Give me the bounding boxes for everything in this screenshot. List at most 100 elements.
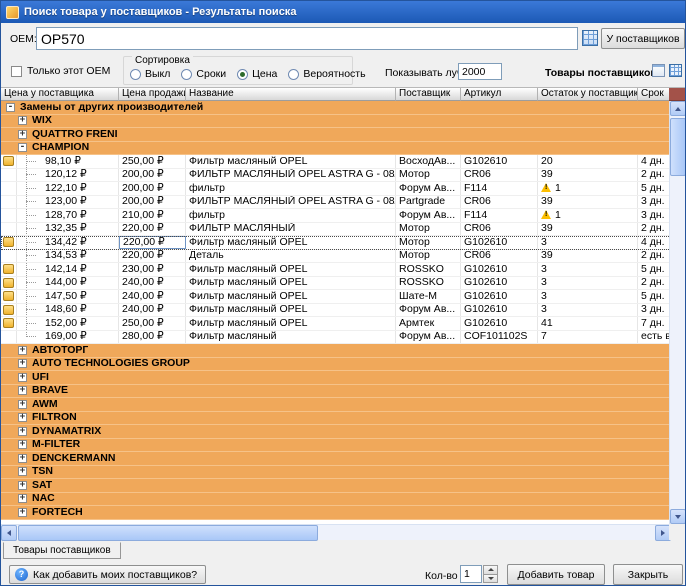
- group-label: AWM: [32, 398, 58, 411]
- warning-icon: !: [541, 183, 551, 192]
- group-row[interactable]: +WIX: [1, 115, 671, 129]
- sort-radio-2[interactable]: Цена: [237, 68, 277, 80]
- export-icon[interactable]: [652, 64, 665, 77]
- table-view-icon[interactable]: [669, 64, 682, 77]
- column-header-2[interactable]: Название: [186, 88, 396, 101]
- tree-branch-icon: [17, 236, 45, 249]
- column-header-4[interactable]: Артикул: [461, 88, 538, 101]
- qty-input[interactable]: [460, 565, 482, 583]
- item-row[interactable]: 169,00 ₽280,00 ₽Фильтр масляныйФорум Ав.…: [1, 331, 671, 345]
- group-label: FILTRON: [32, 411, 77, 424]
- item-row[interactable]: 98,10 ₽250,00 ₽Фильтр масляный OPELВосхо…: [1, 155, 671, 169]
- tree-branch-icon: [17, 263, 45, 276]
- sort-radio-3[interactable]: Вероятность: [288, 68, 365, 80]
- expand-icon[interactable]: +: [18, 346, 27, 355]
- item-row[interactable]: 152,00 ₽250,00 ₽Фильтр масляный OPELАрмт…: [1, 317, 671, 331]
- expand-icon[interactable]: +: [18, 494, 27, 503]
- item-row[interactable]: 144,00 ₽240,00 ₽Фильтр масляный OPELROSS…: [1, 277, 671, 291]
- close-button[interactable]: Закрыть: [613, 564, 683, 585]
- options-row: Только этот OEM Сортировка ВыклСрокиЦена…: [1, 55, 685, 87]
- expand-icon[interactable]: +: [18, 508, 27, 517]
- scroll-up-button[interactable]: [670, 101, 686, 116]
- group-row[interactable]: +BRAVE: [1, 385, 671, 399]
- sale-price-cell: 250,00 ₽: [119, 155, 186, 168]
- horizontal-scrollbar[interactable]: [1, 524, 671, 540]
- expand-icon[interactable]: +: [18, 359, 27, 368]
- add-item-button[interactable]: Добавить товар: [507, 564, 605, 585]
- sort-radio-0[interactable]: Выкл: [130, 68, 170, 80]
- expand-icon[interactable]: +: [18, 373, 27, 382]
- tab-suppliers-goods[interactable]: Товары поставщиков: [3, 542, 121, 559]
- group-row[interactable]: +DYNAMATRIX: [1, 425, 671, 439]
- spin-up-button[interactable]: [483, 565, 498, 575]
- header-corner-button[interactable]: [669, 88, 685, 101]
- only-oem-checkbox[interactable]: Только этот OEM: [11, 65, 110, 77]
- item-row[interactable]: 147,50 ₽240,00 ₽Фильтр масляный OPELШате…: [1, 290, 671, 304]
- group-row[interactable]: +FORTECH: [1, 506, 671, 520]
- column-header-3[interactable]: Поставщик: [396, 88, 461, 101]
- help-button-label: Как добавить моих поставщиков?: [33, 569, 197, 581]
- checkbox-icon[interactable]: [11, 66, 22, 77]
- collapse-icon[interactable]: -: [18, 143, 27, 152]
- horizontal-scroll-thumb[interactable]: [18, 525, 318, 541]
- item-row[interactable]: 134,42 ₽220,00 ₽Фильтр масляный OPELМото…: [1, 236, 671, 250]
- item-row[interactable]: 122,10 ₽200,00 ₽фильтрФорум Ав...F114!15…: [1, 182, 671, 196]
- group-row[interactable]: -CHAMPION: [1, 142, 671, 156]
- group-row[interactable]: -Замены от других производителей: [1, 101, 671, 115]
- cart-cell: [1, 236, 17, 249]
- stock-value: 3: [541, 236, 547, 249]
- group-row[interactable]: +QUATTRO FRENI: [1, 128, 671, 142]
- column-header-6[interactable]: Срок: [638, 88, 671, 101]
- column-header-0[interactable]: Цена у поставщика: [1, 88, 119, 101]
- expand-icon[interactable]: +: [18, 400, 27, 409]
- scroll-down-button[interactable]: [670, 509, 686, 524]
- expand-icon[interactable]: +: [18, 130, 27, 139]
- question-icon: ?: [15, 568, 28, 581]
- item-row[interactable]: 142,14 ₽230,00 ₽Фильтр масляный OPELROSS…: [1, 263, 671, 277]
- group-row[interactable]: + AWM: [1, 398, 671, 412]
- expand-icon[interactable]: +: [18, 386, 27, 395]
- expand-icon[interactable]: +: [18, 481, 27, 490]
- suppliers-db-icon[interactable]: [582, 30, 598, 46]
- spin-down-button[interactable]: [483, 575, 498, 584]
- vertical-scroll-thumb[interactable]: [670, 118, 686, 176]
- sale-price-cell: 280,00 ₽: [119, 331, 186, 344]
- group-row[interactable]: + FILTRON: [1, 412, 671, 426]
- item-row[interactable]: 123,00 ₽200,00 ₽ФИЛЬТР МАСЛЯНЫЙ OPEL AST…: [1, 196, 671, 210]
- group-row[interactable]: +DENCKERMANN: [1, 452, 671, 466]
- group-row[interactable]: +NAC: [1, 493, 671, 507]
- item-row[interactable]: 120,12 ₽200,00 ₽ФИЛЬТР МАСЛЯНЫЙ OPEL AST…: [1, 169, 671, 183]
- show-best-input[interactable]: [458, 63, 502, 80]
- supplier-price-value: 148,60 ₽: [45, 304, 87, 317]
- scroll-left-button[interactable]: [1, 525, 17, 541]
- expand-icon[interactable]: +: [18, 116, 27, 125]
- vertical-scrollbar[interactable]: [669, 101, 685, 524]
- expand-icon[interactable]: +: [18, 454, 27, 463]
- column-header-1[interactable]: Цена продажи: [119, 88, 186, 101]
- group-row[interactable]: +UFI: [1, 371, 671, 385]
- sort-radio-1[interactable]: Сроки: [181, 68, 226, 80]
- group-row[interactable]: +AUTO TECHNOLOGIES GROUP: [1, 358, 671, 372]
- name-cell: Деталь: [186, 250, 396, 263]
- expand-icon[interactable]: +: [18, 413, 27, 422]
- expand-icon[interactable]: +: [18, 467, 27, 476]
- column-header-5[interactable]: Остаток у поставщика: [538, 88, 638, 101]
- radio-label: Выкл: [145, 68, 170, 80]
- item-row[interactable]: 148,60 ₽240,00 ₽Фильтр масляный OPELФору…: [1, 304, 671, 318]
- group-row[interactable]: +M-FILTER: [1, 439, 671, 453]
- sale-price-cell[interactable]: 220,00 ₽: [119, 236, 186, 249]
- collapse-icon[interactable]: -: [6, 103, 15, 112]
- group-row[interactable]: +SAT: [1, 479, 671, 493]
- expand-icon[interactable]: +: [18, 427, 27, 436]
- oem-input[interactable]: [36, 27, 578, 50]
- group-row[interactable]: +АВТОТОРГ: [1, 344, 671, 358]
- expand-icon[interactable]: +: [18, 440, 27, 449]
- group-row[interactable]: +TSN: [1, 466, 671, 480]
- radio-icon: [181, 69, 192, 80]
- stock-cell: 39: [538, 196, 638, 209]
- help-button[interactable]: ? Как добавить моих поставщиков?: [9, 565, 206, 584]
- item-row[interactable]: 132,35 ₽220,00 ₽ФИЛЬТР МАСЛЯНЫЙМоторCR06…: [1, 223, 671, 237]
- item-row[interactable]: 134,53 ₽220,00 ₽ДетальМоторCR06392 дн.: [1, 250, 671, 264]
- item-row[interactable]: 128,70 ₽210,00 ₽фильтрФорум Ав...F114!13…: [1, 209, 671, 223]
- suppliers-button[interactable]: У поставщиков: [601, 28, 685, 49]
